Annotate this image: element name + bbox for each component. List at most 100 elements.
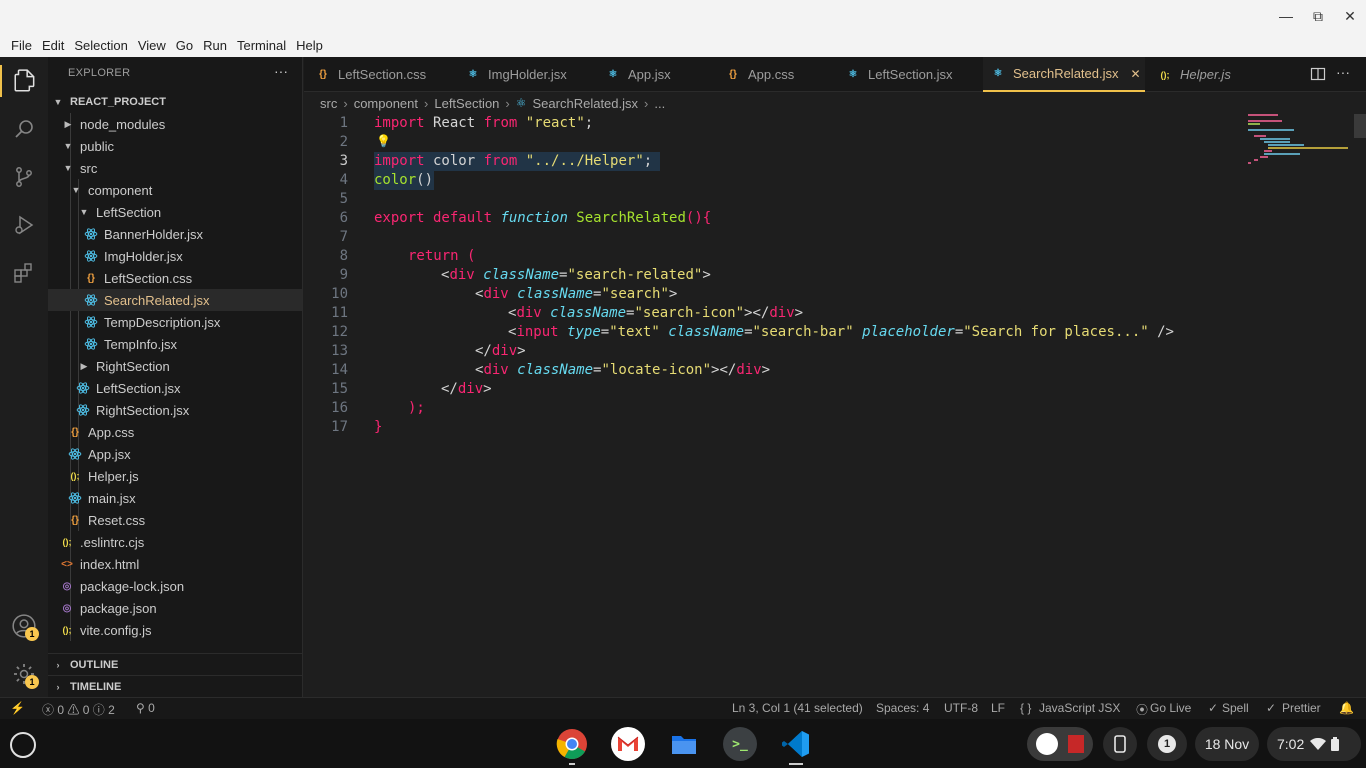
tree-folder-component[interactable]: ▼ component	[48, 179, 302, 201]
tree-file-package-lock[interactable]: ◎ package-lock.json	[48, 575, 302, 597]
tree-file-app-css[interactable]: {} App.css	[48, 421, 302, 443]
tree-file-app-jsx[interactable]: App.jsx	[48, 443, 302, 465]
editor-scrollbar[interactable]	[1354, 114, 1366, 138]
title-bar: — ⧉ ✕	[0, 0, 1366, 33]
cursor-position[interactable]: Ln 3, Col 1 (41 selected)	[732, 701, 863, 715]
vscode-icon[interactable]	[779, 727, 813, 761]
menu-file[interactable]: File	[6, 38, 37, 53]
code-line-6: export default function SearchRelated(){	[374, 210, 712, 226]
menu-terminal[interactable]: Terminal	[232, 38, 291, 53]
breadcrumb-symbol[interactable]: ...	[654, 96, 665, 111]
date-label: 18 Nov	[1204, 736, 1250, 752]
tab-leftsection-css[interactable]: {} LeftSection.css	[316, 57, 426, 92]
tree-file-tempdescription[interactable]: TempDescription.jsx	[48, 311, 302, 333]
menu-run[interactable]: Run	[198, 38, 232, 53]
explorer-icon[interactable]	[0, 65, 48, 97]
tree-file-helper[interactable]: (); Helper.js	[48, 465, 302, 487]
tree-file-main[interactable]: main.jsx	[48, 487, 302, 509]
tree-file-leftsection-jsx[interactable]: LeftSection.jsx	[48, 377, 302, 399]
wifi-icon	[1310, 737, 1327, 750]
run-debug-icon[interactable]	[8, 209, 40, 241]
tree-folder-leftsection[interactable]: ▼ LeftSection	[48, 201, 302, 223]
tree-file-imgholder[interactable]: ImgHolder.jsx	[48, 245, 302, 267]
accounts-icon[interactable]: 1	[8, 610, 40, 642]
code-editor[interactable]: 💡 1 2 3 4 5 6 7 8 9 10 11 12 13 14 15 16…	[304, 114, 1366, 697]
menu-help[interactable]: Help	[291, 38, 328, 53]
code-line-10: <div className="search">	[475, 286, 678, 302]
launcher-icon[interactable]	[10, 732, 36, 758]
manage-gear-icon[interactable]: 1	[8, 658, 40, 690]
outline-section[interactable]: › OUTLINE	[48, 653, 302, 675]
line-number: 4	[339, 172, 348, 188]
split-editor-icon[interactable]	[1310, 66, 1326, 87]
chrome-icon[interactable]	[555, 727, 589, 761]
tree-file-searchrelated[interactable]: SearchRelated.jsx	[48, 289, 302, 311]
spell-button[interactable]: Spell	[1222, 701, 1249, 715]
remote-indicator-icon[interactable]: ⚡	[10, 701, 25, 715]
source-control-icon[interactable]	[8, 161, 40, 193]
explorer-more-actions-icon[interactable]: ···	[274, 63, 288, 79]
tree-file-tempinfo[interactable]: TempInfo.jsx	[48, 333, 302, 355]
breadcrumb-leftsection[interactable]: LeftSection	[434, 96, 499, 111]
tree-file-eslintrc[interactable]: (); .eslintrc.cjs	[48, 531, 302, 553]
minimize-button[interactable]: —	[1275, 6, 1297, 26]
date-tray[interactable]: 18 Nov	[1195, 727, 1259, 761]
tab-helper[interactable]: (); Helper.js	[1158, 57, 1231, 92]
line-number: 5	[339, 191, 348, 207]
maximize-button[interactable]: ⧉	[1307, 6, 1329, 26]
tree-folder-node-modules[interactable]: ▶ node_modules	[48, 113, 302, 135]
menu-selection[interactable]: Selection	[69, 38, 132, 53]
tree-folder-public[interactable]: ▼ public	[48, 135, 302, 157]
menu-edit[interactable]: Edit	[37, 38, 69, 53]
prettier-button[interactable]: Prettier	[1282, 701, 1321, 715]
line-number: 10	[331, 286, 348, 302]
tab-leftsection-jsx[interactable]: ⚛ LeftSection.jsx	[846, 57, 953, 92]
menu-view[interactable]: View	[133, 38, 171, 53]
tree-file-leftsection-css[interactable]: {} LeftSection.css	[48, 267, 302, 289]
search-icon[interactable]	[8, 113, 40, 145]
lightbulb-icon[interactable]: 💡	[376, 134, 391, 148]
css-icon: {}	[71, 426, 79, 438]
json-icon: ◎	[62, 602, 72, 614]
react-icon	[76, 381, 90, 395]
holding-space-tray[interactable]	[1027, 727, 1093, 761]
breadcrumb-component[interactable]: component	[354, 96, 418, 111]
tab-searchrelated[interactable]: ⚛ SearchRelated.jsx ✕	[983, 57, 1145, 92]
ports-status[interactable]: ⚲ 0	[136, 701, 155, 715]
problems-status[interactable]: ⓧ 0 ⚠ 0 ⓘ 2	[42, 701, 115, 718]
tree-folder-rightsection[interactable]: ▶ RightSection	[48, 355, 302, 377]
encoding-status[interactable]: UTF-8	[944, 701, 978, 715]
terminal-icon[interactable]: >_	[723, 727, 757, 761]
menu-go[interactable]: Go	[171, 38, 198, 53]
tree-file-index-html[interactable]: <> index.html	[48, 553, 302, 575]
tab-app-css[interactable]: {} App.css	[726, 57, 794, 92]
language-mode[interactable]: JavaScript JSX	[1039, 701, 1120, 715]
tree-file-rightsection-jsx[interactable]: RightSection.jsx	[48, 399, 302, 421]
tree-file-bannerholder[interactable]: BannerHolder.jsx	[48, 223, 302, 245]
notifications-bell-icon[interactable]: 🔔	[1339, 701, 1354, 715]
tree-folder-src[interactable]: ▼ src	[48, 157, 302, 179]
tab-label: SearchRelated.jsx	[1013, 66, 1119, 81]
breadcrumb-src[interactable]: src	[320, 96, 337, 111]
close-window-button[interactable]: ✕	[1339, 6, 1361, 26]
breadcrumb-file[interactable]: SearchRelated.jsx	[533, 96, 639, 111]
tree-file-vite-config[interactable]: (); vite.config.js	[48, 619, 302, 641]
extensions-icon[interactable]	[8, 257, 40, 289]
tab-imgholder[interactable]: ⚛ ImgHolder.jsx	[466, 57, 567, 92]
go-live-button[interactable]: Go Live	[1150, 701, 1191, 715]
tree-file-package[interactable]: ◎ package.json	[48, 597, 302, 619]
timeline-section[interactable]: › TIMELINE	[48, 675, 302, 697]
eol-status[interactable]: LF	[991, 701, 1005, 715]
indentation-status[interactable]: Spaces: 4	[876, 701, 929, 715]
files-icon[interactable]	[667, 727, 701, 761]
tree-file-reset-css[interactable]: {} Reset.css	[48, 509, 302, 531]
notification-counter[interactable]: 1	[1147, 727, 1187, 761]
tab-app-jsx[interactable]: ⚛ App.jsx	[606, 57, 671, 92]
gmail-icon[interactable]	[611, 727, 645, 761]
project-root[interactable]: ▼ REACT_PROJECT	[48, 91, 302, 113]
system-tray[interactable]: 7:02	[1267, 727, 1361, 761]
more-actions-icon[interactable]: ···	[1336, 64, 1350, 80]
close-tab-icon[interactable]: ✕	[1131, 67, 1141, 81]
minimap[interactable]	[1248, 114, 1348, 174]
phone-hub-icon[interactable]	[1103, 727, 1137, 761]
